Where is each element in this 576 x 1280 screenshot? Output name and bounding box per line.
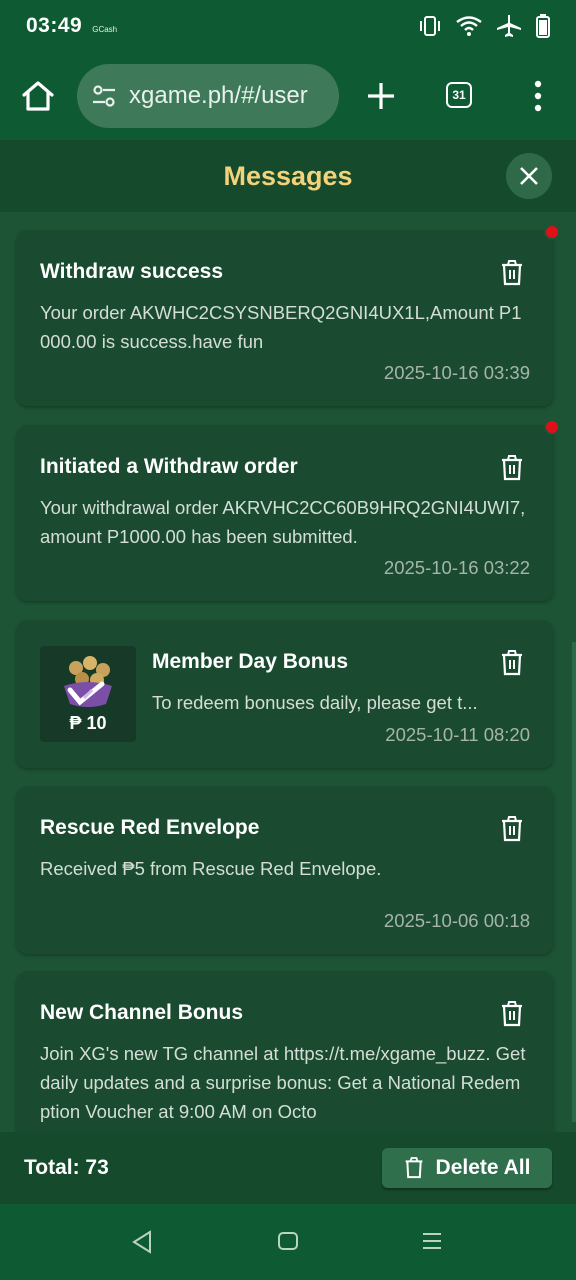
scrollbar[interactable]: [572, 642, 576, 1122]
page-title: Messages: [223, 160, 353, 191]
status-time: 03:49: [26, 14, 83, 37]
messages-header: Messages: [0, 140, 576, 212]
trash-icon[interactable]: [500, 650, 524, 676]
trash-icon[interactable]: [500, 1001, 524, 1027]
battery-icon: [536, 14, 550, 38]
message-body: Your withdrawal order AKRVHC2CC60B9HRQ2G…: [40, 497, 526, 547]
trash-icon: [405, 1157, 422, 1179]
browser-toolbar: xgame.ph/#/user 31: [0, 52, 576, 140]
close-button[interactable]: [506, 153, 552, 199]
new-tab-icon[interactable]: [364, 79, 398, 113]
url-text[interactable]: xgame.ph/#/user: [129, 82, 308, 110]
back-icon[interactable]: [131, 1230, 153, 1254]
more-options-icon[interactable]: [528, 79, 548, 113]
message-time: 2025-10-16 03:39: [383, 362, 530, 383]
message-card[interactable]: New Channel Bonus Join XG's new TG chann…: [16, 971, 554, 1132]
message-time: 2025-10-16 03:22: [383, 557, 530, 578]
site-settings-icon[interactable]: [91, 83, 117, 109]
message-body: To redeem bonuses daily, please get t...: [152, 692, 478, 713]
vibrate-icon: [420, 16, 440, 36]
wifi-icon: [456, 16, 482, 36]
airplane-icon: [497, 15, 521, 37]
trash-icon[interactable]: [500, 455, 524, 481]
unread-dot: [544, 224, 560, 240]
bonus-thumbnail: ₱ 10: [40, 646, 136, 742]
message-time: 2025-10-11 08:20: [385, 724, 530, 745]
message-body: Received ₱5 from Rescue Red Envelope.: [40, 858, 382, 879]
delete-all-button[interactable]: Delete All: [382, 1148, 552, 1188]
message-title: Member Day Bonus: [152, 650, 349, 673]
close-icon: [520, 167, 538, 185]
message-time: 2025-10-06 00:18: [383, 910, 530, 931]
message-body: Your order AKWHC2CSYSNBERQ2GNI4UX1L,Amou…: [40, 302, 522, 352]
message-card[interactable]: Rescue Red Envelope Received ₱5 from Res…: [16, 786, 554, 954]
message-card[interactable]: Withdraw success Your order AKWHC2CSYSNB…: [16, 224, 560, 406]
status-bar: 03:49 GCash: [0, 0, 576, 52]
tab-switcher-button[interactable]: 31: [446, 82, 472, 108]
messages-footer: Total: 73 Delete All: [0, 1132, 576, 1204]
status-app-label: GCash: [92, 25, 118, 34]
thumbnail-amount: ₱ 10: [69, 713, 107, 733]
coins-icon: [64, 656, 112, 707]
recents-icon[interactable]: [421, 1230, 443, 1252]
message-title: New Channel Bonus: [40, 1001, 244, 1024]
message-title: Withdraw success: [40, 260, 224, 283]
system-nav-bar: [0, 1204, 576, 1280]
message-title: Initiated a Withdraw order: [40, 455, 298, 478]
unread-dot: [544, 419, 560, 435]
message-body: Join XG's new TG channel at https://t.me…: [40, 1043, 526, 1122]
trash-icon[interactable]: [500, 816, 524, 842]
home-icon[interactable]: [20, 78, 56, 114]
total-count: Total: 73: [24, 1156, 109, 1179]
message-list[interactable]: Withdraw success Your order AKWHC2CSYSNB…: [0, 212, 576, 1132]
home-nav-icon[interactable]: [277, 1230, 299, 1252]
message-card[interactable]: Initiated a Withdraw order Your withdraw…: [16, 419, 560, 601]
message-title: Rescue Red Envelope: [40, 816, 260, 839]
address-bar[interactable]: xgame.ph/#/user: [77, 64, 339, 128]
trash-icon[interactable]: [500, 260, 524, 286]
delete-all-label: Delete All: [435, 1156, 531, 1179]
message-card[interactable]: ₱ 10 Member Day Bonus To redeem bonuses …: [16, 620, 554, 768]
